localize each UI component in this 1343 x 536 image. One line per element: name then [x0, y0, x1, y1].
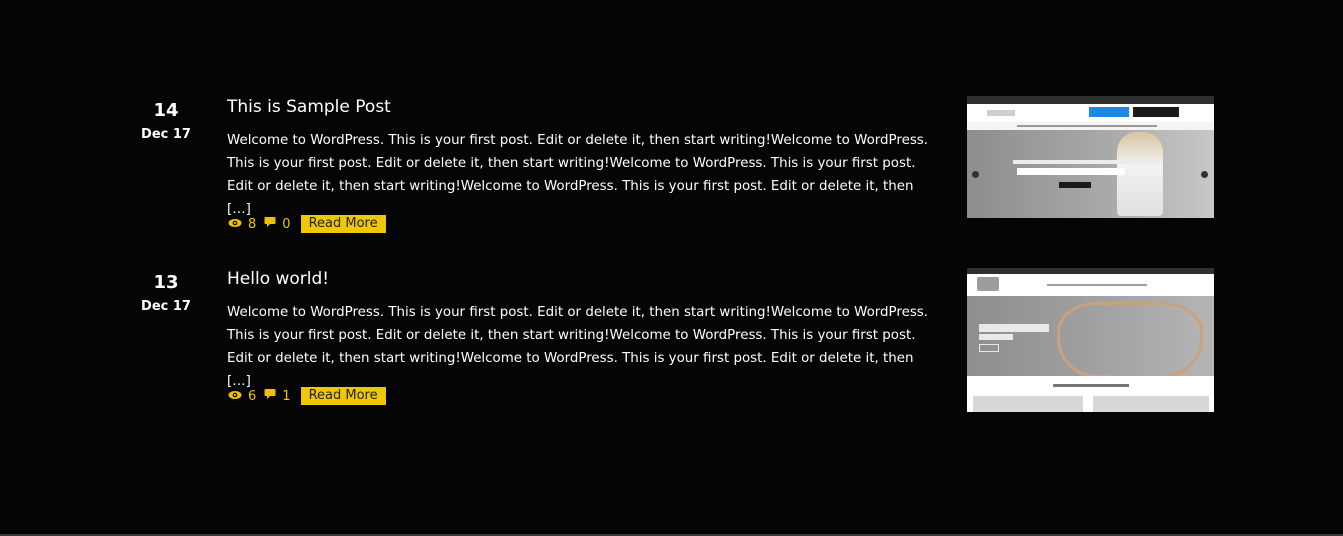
post-title-link[interactable]: This is Sample Post: [227, 96, 391, 118]
thumbnail-notice-box: [1089, 107, 1129, 117]
post-thumbnail[interactable]: [967, 268, 1214, 412]
read-more-button[interactable]: Read More: [300, 215, 386, 233]
thumbnail-logo: [987, 110, 1015, 116]
comment-icon: [264, 388, 276, 404]
eye-icon: [228, 389, 242, 404]
thumbnail-product-card: [973, 396, 1083, 412]
post-title-link[interactable]: Hello world!: [227, 268, 329, 290]
post-meta: 6 1 Read More: [228, 386, 386, 406]
read-more-button[interactable]: Read More: [300, 387, 386, 405]
thumbnail-pendant-image: [1057, 302, 1203, 378]
comment-count[interactable]: 0: [282, 217, 290, 232]
thumbnail-hero-button: [979, 344, 999, 352]
post-date-month: Dec 17: [141, 127, 191, 142]
post-excerpt: Welcome to WordPress. This is your first…: [227, 133, 929, 217]
post-date: 14 Dec 17: [136, 96, 196, 145]
thumbnail-hero-tagline: [1013, 160, 1129, 164]
thumbnail-logo: [977, 277, 999, 291]
blog-post: 13 Dec 17 Hello world! Welcome to WordPr…: [0, 268, 1343, 428]
post-date-day: 14: [153, 100, 179, 121]
thumbnail-next-arrow-icon: [1201, 171, 1208, 178]
post-date-day: 13: [153, 272, 179, 293]
thumbnail-hero-button: [1059, 182, 1091, 188]
blog-post-list: 14 Dec 17 This is Sample Post Welcome to…: [0, 0, 1343, 536]
post-excerpt: Welcome to WordPress. This is your first…: [227, 305, 929, 389]
comment-count[interactable]: 1: [282, 389, 290, 404]
thumbnail-nav-links: [1017, 125, 1157, 127]
view-count: 6: [248, 388, 257, 404]
view-count: 8: [248, 216, 257, 232]
post-meta: 8 0 Read More: [228, 214, 386, 234]
thumbnail-prev-arrow-icon: [972, 171, 979, 178]
thumbnail-hero-subline: [979, 334, 1013, 340]
blog-post: 14 Dec 17 This is Sample Post Welcome to…: [0, 96, 1343, 256]
comment-icon: [264, 216, 276, 232]
thumbnail-hero-headline: [1017, 168, 1125, 175]
thumbnail-hero-headline: [979, 324, 1049, 332]
thumbnail-collection-heading: [1053, 384, 1129, 387]
thumbnail-browser-toolbar: [967, 96, 1214, 104]
eye-icon: [228, 217, 242, 232]
post-date-month: Dec 17: [141, 299, 191, 314]
thumbnail-nav-links: [1047, 284, 1147, 286]
thumbnail-product-card: [1093, 396, 1209, 412]
post-date: 13 Dec 17: [136, 268, 196, 317]
post-thumbnail[interactable]: [967, 96, 1214, 218]
thumbnail-header-button: [1133, 107, 1179, 117]
